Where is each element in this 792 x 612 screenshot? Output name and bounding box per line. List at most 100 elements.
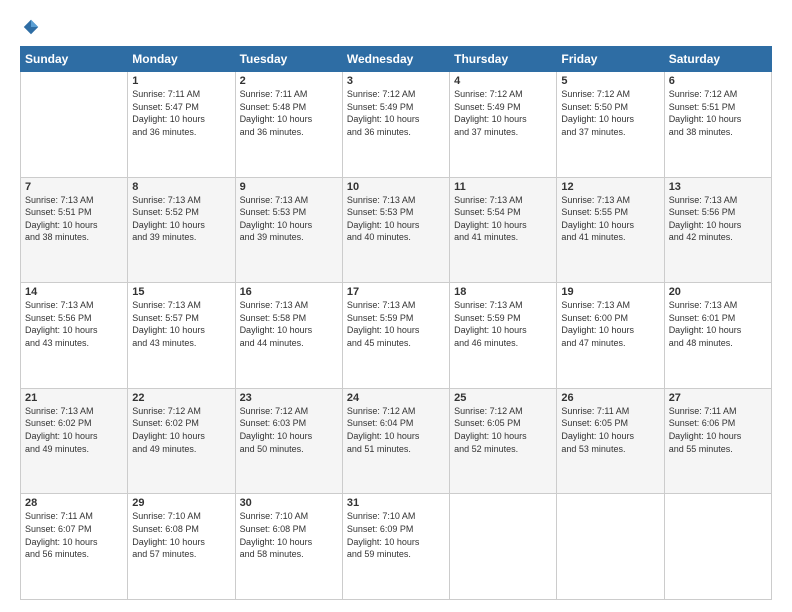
- calendar-week-row: 14Sunrise: 7:13 AM Sunset: 5:56 PM Dayli…: [21, 283, 772, 389]
- day-info: Sunrise: 7:13 AM Sunset: 5:51 PM Dayligh…: [25, 194, 123, 244]
- day-number: 27: [669, 392, 767, 404]
- calendar-cell: 3Sunrise: 7:12 AM Sunset: 5:49 PM Daylig…: [342, 72, 449, 178]
- calendar-cell: 6Sunrise: 7:12 AM Sunset: 5:51 PM Daylig…: [664, 72, 771, 178]
- day-number: 30: [240, 497, 338, 509]
- calendar-cell: 31Sunrise: 7:10 AM Sunset: 6:09 PM Dayli…: [342, 494, 449, 600]
- day-info: Sunrise: 7:11 AM Sunset: 5:47 PM Dayligh…: [132, 88, 230, 138]
- day-number: 15: [132, 286, 230, 298]
- calendar-cell: 2Sunrise: 7:11 AM Sunset: 5:48 PM Daylig…: [235, 72, 342, 178]
- calendar-cell: 4Sunrise: 7:12 AM Sunset: 5:49 PM Daylig…: [450, 72, 557, 178]
- calendar-cell: 16Sunrise: 7:13 AM Sunset: 5:58 PM Dayli…: [235, 283, 342, 389]
- day-info: Sunrise: 7:12 AM Sunset: 5:50 PM Dayligh…: [561, 88, 659, 138]
- calendar-cell: 13Sunrise: 7:13 AM Sunset: 5:56 PM Dayli…: [664, 177, 771, 283]
- day-info: Sunrise: 7:12 AM Sunset: 5:49 PM Dayligh…: [454, 88, 552, 138]
- calendar-header-row: SundayMondayTuesdayWednesdayThursdayFrid…: [21, 47, 772, 72]
- day-info: Sunrise: 7:10 AM Sunset: 6:08 PM Dayligh…: [240, 510, 338, 560]
- calendar-cell: 5Sunrise: 7:12 AM Sunset: 5:50 PM Daylig…: [557, 72, 664, 178]
- logo: [20, 18, 40, 36]
- day-number: 16: [240, 286, 338, 298]
- calendar-cell: [664, 494, 771, 600]
- day-number: 3: [347, 75, 445, 87]
- day-info: Sunrise: 7:13 AM Sunset: 5:53 PM Dayligh…: [240, 194, 338, 244]
- calendar-cell: 24Sunrise: 7:12 AM Sunset: 6:04 PM Dayli…: [342, 388, 449, 494]
- day-number: 13: [669, 181, 767, 193]
- calendar-cell: 7Sunrise: 7:13 AM Sunset: 5:51 PM Daylig…: [21, 177, 128, 283]
- calendar-week-row: 7Sunrise: 7:13 AM Sunset: 5:51 PM Daylig…: [21, 177, 772, 283]
- day-number: 24: [347, 392, 445, 404]
- day-info: Sunrise: 7:11 AM Sunset: 6:06 PM Dayligh…: [669, 405, 767, 455]
- calendar-cell: 29Sunrise: 7:10 AM Sunset: 6:08 PM Dayli…: [128, 494, 235, 600]
- day-number: 4: [454, 75, 552, 87]
- day-number: 9: [240, 181, 338, 193]
- calendar-cell: 18Sunrise: 7:13 AM Sunset: 5:59 PM Dayli…: [450, 283, 557, 389]
- day-info: Sunrise: 7:13 AM Sunset: 5:59 PM Dayligh…: [347, 299, 445, 349]
- day-info: Sunrise: 7:13 AM Sunset: 5:56 PM Dayligh…: [669, 194, 767, 244]
- calendar-week-row: 21Sunrise: 7:13 AM Sunset: 6:02 PM Dayli…: [21, 388, 772, 494]
- day-number: 2: [240, 75, 338, 87]
- day-number: 20: [669, 286, 767, 298]
- day-info: Sunrise: 7:12 AM Sunset: 5:49 PM Dayligh…: [347, 88, 445, 138]
- calendar-cell: 17Sunrise: 7:13 AM Sunset: 5:59 PM Dayli…: [342, 283, 449, 389]
- day-number: 23: [240, 392, 338, 404]
- day-number: 26: [561, 392, 659, 404]
- day-number: 25: [454, 392, 552, 404]
- day-info: Sunrise: 7:13 AM Sunset: 5:53 PM Dayligh…: [347, 194, 445, 244]
- day-number: 7: [25, 181, 123, 193]
- day-info: Sunrise: 7:10 AM Sunset: 6:08 PM Dayligh…: [132, 510, 230, 560]
- calendar-cell: 25Sunrise: 7:12 AM Sunset: 6:05 PM Dayli…: [450, 388, 557, 494]
- day-number: 11: [454, 181, 552, 193]
- calendar-table: SundayMondayTuesdayWednesdayThursdayFrid…: [20, 46, 772, 600]
- day-info: Sunrise: 7:13 AM Sunset: 6:00 PM Dayligh…: [561, 299, 659, 349]
- day-info: Sunrise: 7:13 AM Sunset: 5:58 PM Dayligh…: [240, 299, 338, 349]
- day-number: 14: [25, 286, 123, 298]
- day-info: Sunrise: 7:11 AM Sunset: 5:48 PM Dayligh…: [240, 88, 338, 138]
- day-of-week-header: Monday: [128, 47, 235, 72]
- day-number: 5: [561, 75, 659, 87]
- calendar-cell: [21, 72, 128, 178]
- calendar-cell: 10Sunrise: 7:13 AM Sunset: 5:53 PM Dayli…: [342, 177, 449, 283]
- day-info: Sunrise: 7:12 AM Sunset: 6:05 PM Dayligh…: [454, 405, 552, 455]
- day-number: 17: [347, 286, 445, 298]
- day-number: 31: [347, 497, 445, 509]
- calendar-cell: 8Sunrise: 7:13 AM Sunset: 5:52 PM Daylig…: [128, 177, 235, 283]
- calendar-cell: 11Sunrise: 7:13 AM Sunset: 5:54 PM Dayli…: [450, 177, 557, 283]
- day-number: 21: [25, 392, 123, 404]
- calendar-cell: [450, 494, 557, 600]
- day-of-week-header: Friday: [557, 47, 664, 72]
- calendar-cell: 22Sunrise: 7:12 AM Sunset: 6:02 PM Dayli…: [128, 388, 235, 494]
- calendar-cell: 9Sunrise: 7:13 AM Sunset: 5:53 PM Daylig…: [235, 177, 342, 283]
- calendar-cell: 12Sunrise: 7:13 AM Sunset: 5:55 PM Dayli…: [557, 177, 664, 283]
- day-number: 6: [669, 75, 767, 87]
- calendar-cell: 28Sunrise: 7:11 AM Sunset: 6:07 PM Dayli…: [21, 494, 128, 600]
- day-of-week-header: Tuesday: [235, 47, 342, 72]
- page: SundayMondayTuesdayWednesdayThursdayFrid…: [0, 0, 792, 612]
- day-info: Sunrise: 7:13 AM Sunset: 5:57 PM Dayligh…: [132, 299, 230, 349]
- day-info: Sunrise: 7:12 AM Sunset: 6:03 PM Dayligh…: [240, 405, 338, 455]
- day-of-week-header: Wednesday: [342, 47, 449, 72]
- day-number: 18: [454, 286, 552, 298]
- day-info: Sunrise: 7:12 AM Sunset: 5:51 PM Dayligh…: [669, 88, 767, 138]
- day-info: Sunrise: 7:13 AM Sunset: 6:02 PM Dayligh…: [25, 405, 123, 455]
- calendar-cell: 1Sunrise: 7:11 AM Sunset: 5:47 PM Daylig…: [128, 72, 235, 178]
- calendar-week-row: 1Sunrise: 7:11 AM Sunset: 5:47 PM Daylig…: [21, 72, 772, 178]
- day-info: Sunrise: 7:11 AM Sunset: 6:07 PM Dayligh…: [25, 510, 123, 560]
- day-number: 10: [347, 181, 445, 193]
- day-number: 8: [132, 181, 230, 193]
- day-info: Sunrise: 7:13 AM Sunset: 5:59 PM Dayligh…: [454, 299, 552, 349]
- day-info: Sunrise: 7:13 AM Sunset: 5:52 PM Dayligh…: [132, 194, 230, 244]
- day-info: Sunrise: 7:13 AM Sunset: 5:55 PM Dayligh…: [561, 194, 659, 244]
- day-number: 1: [132, 75, 230, 87]
- header: [20, 18, 772, 36]
- day-of-week-header: Saturday: [664, 47, 771, 72]
- calendar-cell: 23Sunrise: 7:12 AM Sunset: 6:03 PM Dayli…: [235, 388, 342, 494]
- day-info: Sunrise: 7:13 AM Sunset: 5:54 PM Dayligh…: [454, 194, 552, 244]
- calendar-cell: 26Sunrise: 7:11 AM Sunset: 6:05 PM Dayli…: [557, 388, 664, 494]
- calendar-week-row: 28Sunrise: 7:11 AM Sunset: 6:07 PM Dayli…: [21, 494, 772, 600]
- calendar-cell: 27Sunrise: 7:11 AM Sunset: 6:06 PM Dayli…: [664, 388, 771, 494]
- calendar-cell: 19Sunrise: 7:13 AM Sunset: 6:00 PM Dayli…: [557, 283, 664, 389]
- day-info: Sunrise: 7:12 AM Sunset: 6:02 PM Dayligh…: [132, 405, 230, 455]
- day-number: 22: [132, 392, 230, 404]
- day-info: Sunrise: 7:13 AM Sunset: 6:01 PM Dayligh…: [669, 299, 767, 349]
- day-of-week-header: Thursday: [450, 47, 557, 72]
- day-number: 28: [25, 497, 123, 509]
